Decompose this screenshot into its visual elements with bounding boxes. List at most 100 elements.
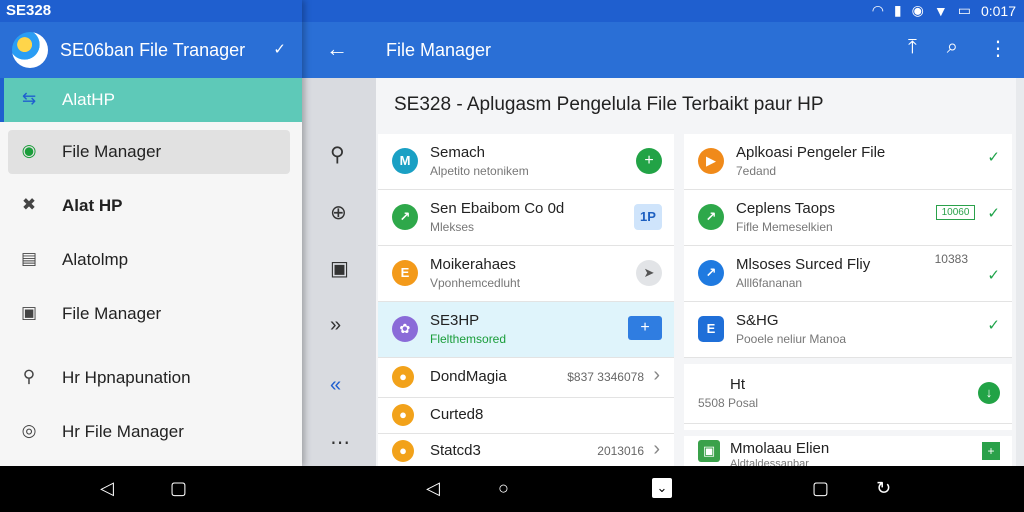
send-icon[interactable]: ➤ — [636, 260, 662, 286]
item-title: SE3HP — [430, 312, 480, 329]
item-subtitle: Vponhemcedluht — [430, 276, 521, 290]
download-icon[interactable]: ↓ — [978, 382, 1000, 404]
item-title: Aplkoasi Pengeler File — [736, 144, 886, 161]
item-title: Moikerahaes — [430, 256, 516, 273]
item-subtitle: 7edand — [736, 164, 777, 178]
app-icon: ▶ — [698, 148, 724, 174]
drawer-item-hr-file-manager[interactable]: ◎ Hr File Manager — [0, 410, 302, 454]
drawer-item-alat-hp[interactable]: ✖ Alat HP — [0, 184, 302, 228]
alarm-icon: ◉ — [911, 2, 924, 18]
search-icon[interactable]: ⌕ — [947, 36, 958, 61]
drawer-item-alathp[interactable]: ⇆ AlatHP — [0, 78, 302, 122]
expand-icon[interactable]: + — [982, 442, 1000, 460]
app-logo — [12, 32, 48, 68]
recents-icon[interactable]: ▢ — [812, 478, 829, 499]
folder-icon: ▣ — [20, 303, 38, 322]
item-title: Ceplens Taops — [736, 200, 835, 217]
edit-icon[interactable]: ✓ — [273, 40, 286, 58]
alat-icon: ⇆ — [21, 89, 37, 108]
keyboard-icon[interactable]: ⌄ — [652, 478, 672, 498]
chevron-right-icon[interactable]: › — [653, 364, 660, 387]
item-subtitle: Fifle Memeselkien — [736, 220, 833, 234]
battery-saver-icon: ▮ — [893, 2, 902, 18]
more-vert-icon[interactable]: ⋮ — [988, 36, 1008, 61]
app-icon: E — [698, 316, 724, 342]
add-button[interactable]: + — [628, 316, 662, 340]
system-nav-bar: ◁ ▢ ◁ ○ ⌄ ▢ ↻ — [0, 466, 1024, 512]
drawer-item-label: Alatolmp — [62, 250, 129, 269]
storage-icon[interactable]: ▣ — [330, 256, 349, 281]
back-icon[interactable]: ◁ — [100, 478, 114, 499]
more-horiz-icon[interactable]: ⋯ — [330, 430, 350, 455]
list-item[interactable]: Ht 5508 Posal ↓ — [684, 358, 1012, 424]
item-subtitle: Alll6fananan — [736, 276, 803, 290]
item-title: Sen Ebaibom Co 0d — [430, 200, 565, 217]
calendar-icon: ▤ — [20, 249, 38, 268]
check-icon: ✓ — [987, 267, 1000, 284]
item-title: Mmolaau Elien — [730, 440, 830, 457]
list-item[interactable]: ↗ Mlsoses Surced Fliy Alll6fananan 10383… — [684, 246, 1012, 302]
drawer-item-alatolmp[interactable]: ▤ Alatolmp — [0, 238, 302, 282]
drawer-item-label: File Manager — [62, 142, 162, 161]
item-title: DondMagia — [430, 368, 507, 385]
tools-icon: ✖ — [21, 195, 37, 214]
item-subtitle: Alpetito netonikem — [430, 164, 529, 178]
app-icon: M — [392, 148, 418, 174]
item-meta: 10383 — [934, 252, 968, 266]
item-subtitle: Mlekses — [430, 220, 475, 234]
forward-icon[interactable]: » — [330, 314, 341, 337]
item-title: Ht — [730, 376, 745, 393]
app-icon: ✿ — [392, 316, 418, 342]
app-icon: ↗ — [392, 204, 418, 230]
drawer-header: SE06ban File Tranager ✓ — [0, 22, 302, 78]
battery-icon: ▭ — [957, 2, 971, 18]
home-icon[interactable]: ○ — [498, 478, 509, 499]
drawer-item-label: Hr File Manager — [62, 422, 184, 441]
search-icon[interactable]: ⚲ — [330, 142, 345, 167]
recents-icon[interactable]: ▢ — [170, 478, 187, 499]
app-icon: ↗ — [698, 260, 724, 286]
list-item[interactable]: ● Curted8 — [378, 398, 674, 434]
app-bar: ← File Manager ⤒ ⌕ ⋮ — [302, 22, 1024, 78]
location-icon: ◎ — [21, 421, 37, 440]
chevron-right-icon[interactable]: › — [653, 438, 660, 461]
wifi-icon: ◠ — [871, 2, 884, 18]
back-icon[interactable]: ◁ — [426, 478, 440, 499]
status-title: SE328 — [6, 2, 52, 19]
drawer-item-file-manager[interactable]: ◉ File Manager — [8, 130, 290, 174]
list-item[interactable]: M Semach Alpetito netonikem + — [378, 134, 674, 190]
drawer-item-hr-hpnapunation[interactable]: ⚲ Hr Hpnapunation — [0, 356, 302, 400]
status-icons: ◠ ▮ ◉ ▼ ▭ 0:017 — [872, 2, 1016, 19]
list-item[interactable]: ● Statcd3 2013016 › — [378, 434, 674, 466]
back-arrow-icon[interactable]: ← — [326, 36, 348, 62]
list-item[interactable]: ▣ Mmolaau Elien Aldtaldessanbar + — [684, 430, 1012, 470]
rotate-icon[interactable]: ↻ — [876, 478, 891, 499]
upload-icon[interactable]: ⤒ — [908, 36, 917, 61]
app-icon: ↗ — [698, 204, 724, 230]
collapse-icon[interactable]: « — [330, 374, 341, 397]
add-icon[interactable]: + — [636, 148, 662, 174]
item-title: Statcd3 — [430, 442, 481, 459]
action-badge[interactable]: 1P — [634, 204, 662, 230]
list-item[interactable]: ↗ Sen Ebaibom Co 0d Mlekses 1P — [378, 190, 674, 246]
zoom-icon[interactable]: ⊕ — [330, 200, 347, 225]
list-item[interactable]: E S&HG Pooele neliur Manoa ✓ — [684, 302, 1012, 358]
list-item[interactable]: ● DondMagia $837 3346078 › — [378, 358, 674, 398]
drawer-item-file-manager-2[interactable]: ▣ File Manager — [0, 292, 302, 336]
list-item[interactable]: ✿ SE3HP Flelthemsored + — [378, 302, 674, 358]
search-icon: ⚲ — [22, 367, 36, 386]
list-item[interactable]: ▶ Aplkoasi Pengeler File 7edand ✓ — [684, 134, 1012, 190]
list-item[interactable]: ↗ Ceplens Taops Fifle Memeselkien 10060 ✓ — [684, 190, 1012, 246]
status-time: 0:017 — [980, 2, 1016, 19]
list-item[interactable]: E Moikerahaes Vponhemcedluht ➤ — [378, 246, 674, 302]
page-title: SE328 - Aplugasm Pengelula File Terbaikt… — [394, 94, 824, 115]
app-bar-title: File Manager — [386, 40, 492, 60]
signal-icon: ▼ — [933, 2, 948, 19]
item-title: Mlsoses Surced Fliy — [736, 256, 871, 273]
check-icon: 10060 ✓ — [935, 204, 1000, 222]
check-icon: ✓ — [987, 149, 1000, 166]
app-icon: ● — [392, 366, 414, 388]
side-rail: ⚲ ⊕ ▣ » « ⋯ — [302, 78, 376, 466]
main-content: SE328 - Aplugasm Pengelula File Terbaikt… — [376, 78, 1016, 470]
badge-label: 1P — [634, 204, 662, 230]
